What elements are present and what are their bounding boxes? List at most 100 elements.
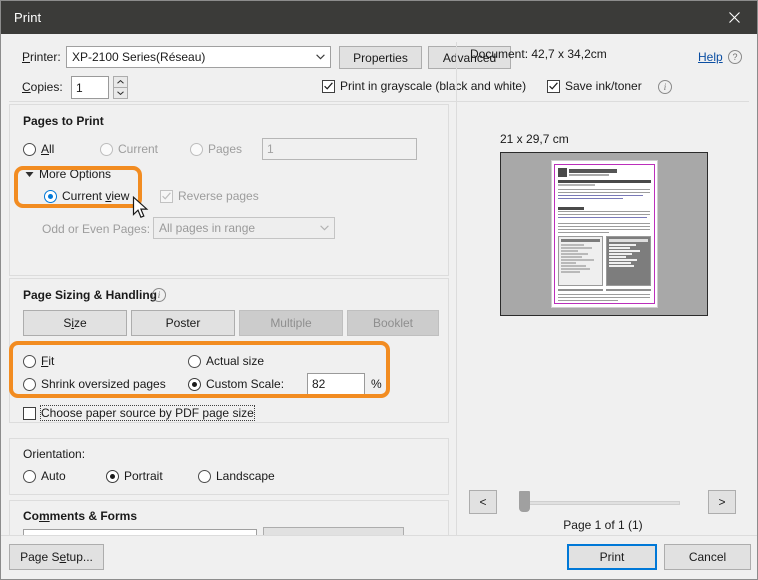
reverse-pages-label: Reverse pages [178,189,259,203]
current-view-radio[interactable]: Current view [44,189,129,203]
info-circle-icon[interactable]: i [152,287,166,302]
radio-icon [190,142,203,156]
chevron-down-icon [310,47,330,67]
orientation-option-portrait[interactable]: Portrait [106,469,163,483]
current-view-label: Current view [62,189,130,203]
radio-icon [198,469,211,483]
pages-option-current[interactable]: Current [100,142,158,156]
page-sizing-title: Page Sizing & Handling [23,288,158,302]
radio-icon [23,142,36,156]
pages-option-current-label: Current [118,142,159,156]
prev-page-button[interactable]: < [469,490,497,514]
page-setup-button[interactable]: Page Setup... [9,544,104,570]
scale-option-fit[interactable]: Fit [23,354,54,368]
dialog-body: Printer: XP-2100 Series(Réseau) Properti… [1,34,757,579]
next-page-button[interactable]: > [708,490,736,514]
titlebar: Print [1,1,757,34]
copies-input-value: 1 [76,80,83,95]
booklet-button[interactable]: Booklet [347,310,439,336]
checkmark-icon [322,79,335,93]
printer-select[interactable]: XP-2100 Series(Réseau) [66,46,331,68]
properties-button[interactable]: Properties [339,46,422,69]
page-sizing-group: Page Sizing & Handling i Size Poster Mul… [9,278,449,423]
page-slider-thumb[interactable] [519,491,530,512]
document-size-label: Document: 42,7 x 34,2cm [470,47,607,61]
custom-scale-input[interactable]: 82 [307,373,365,395]
pages-option-all-label: All [41,142,55,156]
paper-source-checkbox[interactable]: Choose paper source by PDF page size [23,405,255,421]
scale-option-shrink[interactable]: Shrink oversized pages [23,377,166,391]
multiple-button[interactable]: Multiple [239,310,343,336]
odd-even-select[interactable]: All pages in range [153,217,335,239]
scale-option-shrink-label: Shrink oversized pages [41,377,166,391]
properties-button-label: Properties [353,50,408,65]
document-logo [557,168,651,177]
more-options-toggle[interactable]: More Options [25,167,111,181]
orientation-label: Orientation: [23,447,86,461]
orientation-option-auto[interactable]: Auto [23,469,66,483]
size-button[interactable]: Size [23,310,127,336]
reverse-pages-checkbox[interactable]: Reverse pages [160,189,259,203]
page-slider-track[interactable] [523,501,680,505]
pages-to-print-title: Pages to Print [23,114,104,128]
comments-forms-title: Comments & Forms [23,509,138,523]
scale-option-actual-size-label: Actual size [206,354,265,368]
cancel-button-label: Cancel [688,550,727,564]
footer-bar: Page Setup... Print Cancel [1,535,757,579]
scale-option-custom[interactable]: Custom Scale: [188,377,284,391]
scale-option-fit-label: Fit [41,354,55,368]
print-button-label: Print [599,550,625,564]
page-sheet [551,161,657,307]
copies-input[interactable]: 1 [71,76,109,99]
more-options-label: More Options [39,167,112,181]
page-indicator: Page 1 of 1 (1) [563,518,643,532]
radio-icon [188,354,201,368]
paper-source-label: Choose paper source by PDF page size [40,405,255,421]
radio-icon [23,469,36,483]
radio-icon [100,142,113,156]
copies-stepper[interactable] [113,76,128,99]
scale-option-actual-size[interactable]: Actual size [188,354,264,368]
multiple-button-label: Multiple [270,316,312,330]
size-button-label: Size [63,316,87,330]
print-dialog-window: Print Printer: XP-2100 Series(Réseau) Pr… [0,0,758,580]
pages-to-print-group: Pages to Print All Current Pages 1 More [9,104,449,276]
pages-option-all[interactable]: All [23,142,54,156]
chevron-down-icon [314,218,334,238]
orientation-group: Orientation: Auto Portrait Landscape [9,438,449,495]
pages-option-pages-label: Pages [208,142,243,156]
custom-scale-input-value: 82 [312,377,326,391]
paper-size-label: 21 x 29,7 cm [500,132,569,146]
page-content-preview [553,164,655,304]
odd-even-select-value: All pages in range [159,221,256,235]
copies-stepper-down[interactable] [113,88,128,99]
printer-select-value: XP-2100 Series(Réseau) [72,50,206,64]
copies-stepper-up[interactable] [113,76,128,88]
preview-pane: Document: 42,7 x 34,2cm 21 x 29,7 cm < >… [456,42,749,562]
printer-label: Printer: [22,50,61,64]
prev-page-button-label: < [479,495,487,509]
radio-selected-icon [106,469,119,483]
print-button[interactable]: Print [567,544,657,570]
radio-selected-icon [188,377,201,391]
orientation-option-auto-label: Auto [41,469,66,483]
triangle-down-icon [25,167,34,181]
orientation-option-portrait-label: Portrait [124,469,163,483]
close-icon[interactable] [711,1,757,34]
page-preview-thumbnail[interactable] [500,152,708,316]
cancel-button[interactable]: Cancel [664,544,751,570]
checkmark-icon [160,189,173,203]
orientation-option-landscape[interactable]: Landscape [198,469,275,483]
odd-even-label: Odd or Even Pages: [42,222,151,236]
next-page-button-label: > [718,495,726,509]
poster-button-label: Poster [165,316,201,330]
radio-icon [23,377,36,391]
poster-button[interactable]: Poster [131,310,235,336]
document-figures [557,236,651,286]
pages-range-input[interactable]: 1 [262,138,417,160]
pages-option-pages[interactable]: Pages [190,142,242,156]
radio-selected-icon [44,189,57,203]
page-setup-button-label: Page Setup... [20,550,93,564]
pages-range-input-value: 1 [267,142,274,156]
scale-option-custom-label: Custom Scale: [206,377,285,391]
